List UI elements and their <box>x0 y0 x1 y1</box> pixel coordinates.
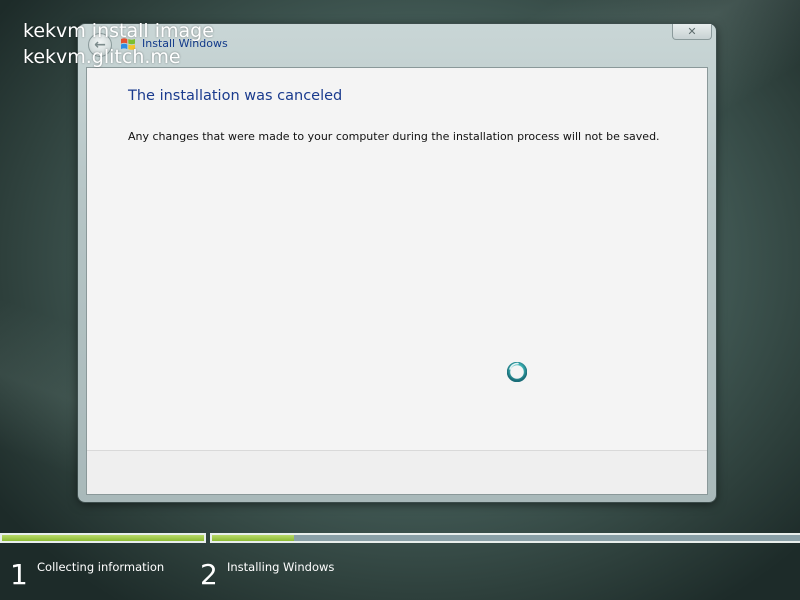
progress-segment-installing <box>210 533 800 543</box>
dialog-content: The installation was canceled Any change… <box>86 67 708 495</box>
step-label: Collecting information <box>37 560 165 574</box>
close-icon: ✕ <box>687 25 697 38</box>
step-number: 2 <box>200 558 218 591</box>
close-button[interactable]: ✕ <box>672 24 712 40</box>
install-windows-dialog: ← Install Windows ✕ The installation was… <box>78 24 716 502</box>
step-label: Installing Windows <box>227 560 335 574</box>
step-number: 1 <box>10 558 28 591</box>
progress-fill-installing <box>212 535 294 541</box>
page-title: The installation was canceled <box>128 88 343 104</box>
dialog-footer <box>87 451 707 494</box>
cancel-message: Any changes that were made to your compu… <box>128 130 660 143</box>
progress-track-installing <box>212 535 800 541</box>
busy-spinner-icon <box>507 362 527 382</box>
watermark-line-1: kekvm install image <box>23 20 214 42</box>
progress-segment-collecting <box>0 533 206 543</box>
desktop-background: kekvm install image kekvm.glitch.me ← In… <box>0 0 800 600</box>
progress-fill-collecting <box>2 535 204 541</box>
watermark: kekvm install image kekvm.glitch.me <box>23 18 214 70</box>
watermark-line-2: kekvm.glitch.me <box>23 46 181 68</box>
setup-progress: 1 Collecting information 2 Installing Wi… <box>0 533 800 600</box>
